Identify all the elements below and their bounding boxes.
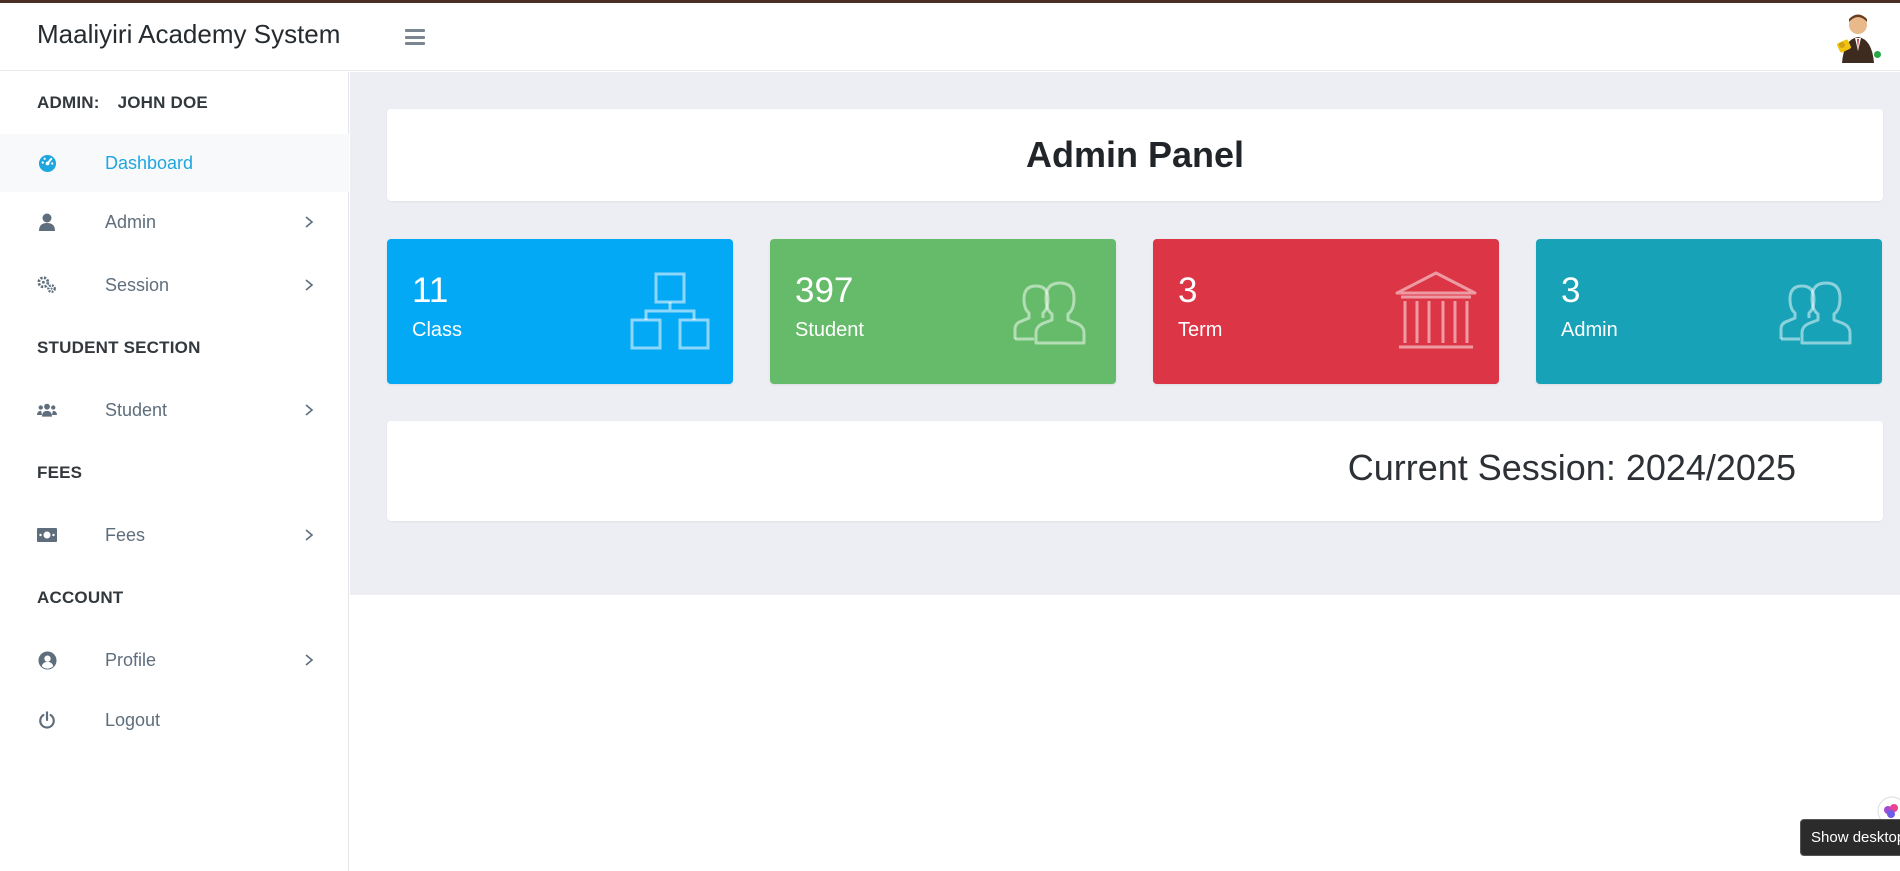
sidebar-item-student[interactable]: Student — [0, 381, 349, 439]
user-icon — [37, 212, 57, 232]
users-icon — [37, 400, 57, 420]
users-outline-icon — [1779, 281, 1852, 345]
chevron-right-icon — [305, 216, 314, 228]
chevron-right-icon — [305, 654, 314, 666]
stat-label: Class — [412, 319, 463, 341]
money-bill-icon — [37, 525, 57, 545]
tachometer-icon — [37, 153, 57, 173]
sidebar-item-profile[interactable]: Profile — [0, 631, 349, 689]
page-title: Admin Panel — [1025, 134, 1245, 175]
stat-card-admin[interactable]: 3 Admin — [1536, 239, 1882, 384]
stat-label: Term — [1178, 319, 1223, 341]
chevron-right-icon — [305, 279, 314, 291]
sidebar-item-session[interactable]: Session — [0, 256, 349, 314]
section-header-account: ACCOUNT — [37, 588, 124, 607]
stat-value: 397 — [795, 271, 854, 310]
current-session-text: Current Session: 2024/2025 — [1347, 447, 1796, 488]
university-icon — [1395, 271, 1477, 349]
sidebar-item-label: Student — [105, 399, 168, 420]
stat-value: 3 — [1178, 271, 1198, 310]
section-header-student: STUDENT SECTION — [37, 338, 201, 357]
user-name: JOHN DOE — [117, 93, 208, 112]
sidebar-item-label: Profile — [105, 649, 157, 670]
stat-value: 3 — [1561, 271, 1581, 310]
stat-card-student[interactable]: 397 Student — [770, 239, 1116, 384]
sidebar-item-label: Dashboard — [105, 152, 194, 173]
sitemap-icon — [630, 272, 710, 350]
menu-toggle-icon[interactable] — [402, 25, 428, 49]
app-title[interactable]: Maaliyiri Academy System — [37, 19, 340, 50]
online-status-dot — [1873, 50, 1882, 59]
sidebar-item-dashboard[interactable]: Dashboard — [0, 134, 349, 192]
sidebar-user-info: ADMIN: JOHN DOE — [37, 93, 208, 113]
users-outline-icon — [1013, 281, 1086, 345]
user-circle-icon — [37, 650, 57, 670]
sidebar: ADMIN: JOHN DOE Dashboard Admin Session S… — [0, 72, 349, 871]
cogs-icon — [37, 275, 57, 295]
stat-label: Admin — [1561, 319, 1618, 341]
sidebar-item-logout[interactable]: Logout — [0, 691, 349, 749]
user-avatar[interactable] — [1834, 11, 1884, 65]
stat-label: Student — [795, 319, 864, 341]
user-role-label: ADMIN: — [37, 93, 100, 112]
sidebar-item-fees[interactable]: Fees — [0, 506, 349, 564]
section-header-fees: FEES — [37, 463, 83, 482]
sidebar-item-label: Admin — [105, 211, 157, 232]
stat-card-term[interactable]: 3 Term — [1153, 239, 1499, 384]
sidebar-item-label: Logout — [105, 709, 161, 730]
power-icon — [37, 710, 57, 730]
sidebar-item-label: Session — [105, 274, 170, 295]
stat-card-class[interactable]: 11 Class — [387, 239, 733, 384]
avatar-image — [1837, 14, 1874, 63]
stat-value: 11 — [412, 271, 449, 310]
panel-title-card: Admin Panel — [387, 109, 1883, 201]
chevron-right-icon — [305, 404, 314, 416]
show-desktop-tooltip: Show desktop — [1800, 819, 1900, 856]
current-session-card: Current Session: 2024/2025 — [387, 421, 1883, 521]
chevron-right-icon — [305, 529, 314, 541]
sidebar-item-admin[interactable]: Admin — [0, 193, 349, 251]
top-navbar: Maaliyiri Academy System — [0, 3, 1900, 71]
sidebar-item-label: Fees — [105, 524, 146, 545]
